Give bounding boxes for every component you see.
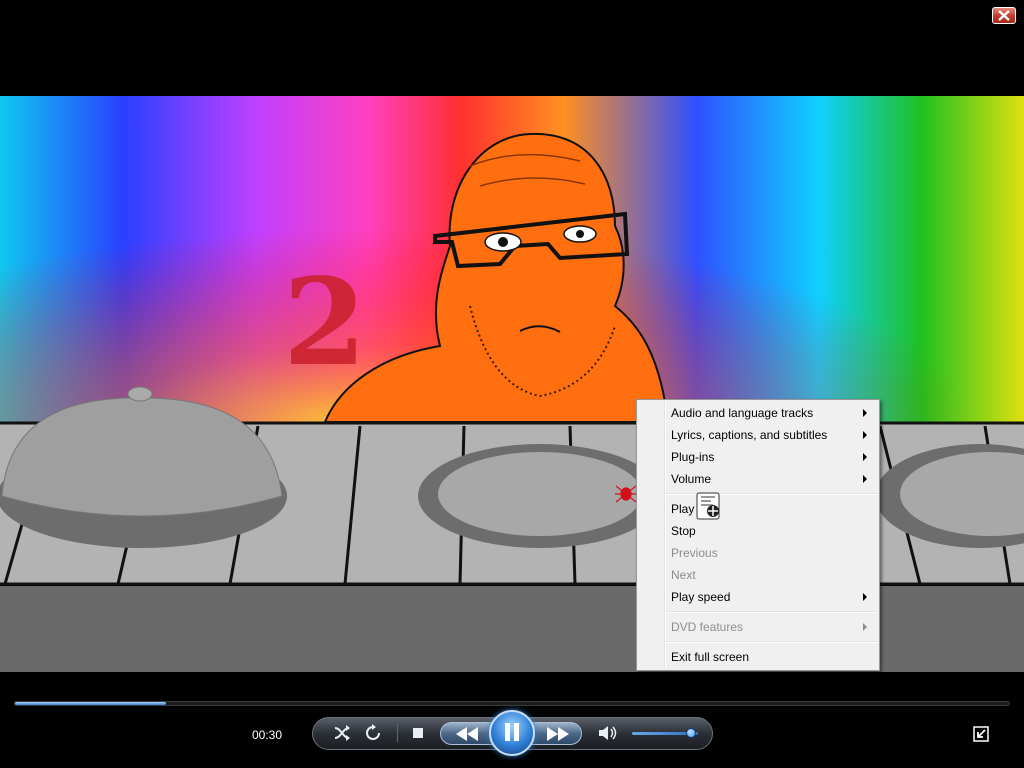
submenu-arrow-icon [863, 593, 867, 601]
menu-item-next[interactable]: Next [639, 564, 877, 586]
menu-item-audio-language-tracks[interactable]: Audio and language tracks [639, 402, 877, 424]
seek-bar[interactable] [14, 701, 1010, 706]
menu-item-label: Play speed [671, 590, 731, 604]
volume-slider[interactable] [632, 728, 698, 738]
menu-item-exit-full-screen[interactable]: Exit full screen [639, 646, 877, 668]
pause-icon [505, 723, 519, 741]
menu-item-label: Lyrics, captions, and subtitles [671, 428, 828, 442]
submenu-arrow-icon [863, 409, 867, 417]
menu-item-volume[interactable]: Volume [639, 468, 877, 490]
menu-item-play-speed[interactable]: Play speed [639, 586, 877, 608]
context-menu: Audio and language tracks Lyrics, captio… [636, 399, 880, 671]
close-icon [998, 10, 1010, 21]
menu-item-stop[interactable]: Stop [639, 520, 877, 542]
menu-item-label: Volume [671, 472, 712, 486]
repeat-icon[interactable] [364, 724, 382, 742]
player-controls: 00:30 [0, 672, 1024, 768]
elapsed-time: 00:30 [252, 728, 283, 742]
menu-item-label: Exit full screen [671, 650, 750, 664]
menu-item-label: Stop [671, 524, 696, 538]
submenu-arrow-icon [863, 431, 867, 439]
menu-item-plug-ins[interactable]: Plug-ins [639, 446, 877, 468]
shuffle-icon[interactable] [333, 724, 351, 742]
volume-speaker-icon[interactable] [598, 724, 620, 742]
menu-item-play[interactable]: Play [639, 498, 877, 520]
menu-item-label: Audio and language tracks [671, 406, 814, 420]
control-divider [397, 724, 398, 742]
menu-item-label: Next [671, 568, 696, 582]
seek-progress [15, 702, 167, 705]
overlay-number: 2 [283, 252, 367, 393]
menu-separator [666, 641, 877, 643]
volume-slider-knob[interactable] [686, 728, 697, 738]
menu-item-previous[interactable]: Previous [639, 542, 877, 564]
submenu-arrow-icon [863, 623, 867, 631]
menu-item-dvd-features[interactable]: DVD features [639, 616, 877, 638]
stop-icon[interactable] [412, 727, 424, 739]
previous-rewind-icon[interactable] [455, 726, 479, 742]
submenu-arrow-icon [863, 453, 867, 461]
pause-button[interactable] [489, 710, 535, 756]
menu-item-label: Previous [671, 546, 718, 560]
menu-item-label: DVD features [671, 620, 744, 634]
menu-item-lyrics-captions-subtitles[interactable]: Lyrics, captions, and subtitles [639, 424, 877, 446]
menu-separator [666, 611, 877, 613]
busy-cursor-icon [696, 492, 720, 520]
submenu-arrow-icon [863, 475, 867, 483]
close-button[interactable] [992, 7, 1016, 24]
menu-item-label: Play [671, 502, 695, 516]
exit-full-screen-icon[interactable] [973, 726, 989, 742]
next-fast-forward-icon[interactable] [546, 726, 570, 742]
menu-item-label: Plug-ins [671, 450, 715, 464]
